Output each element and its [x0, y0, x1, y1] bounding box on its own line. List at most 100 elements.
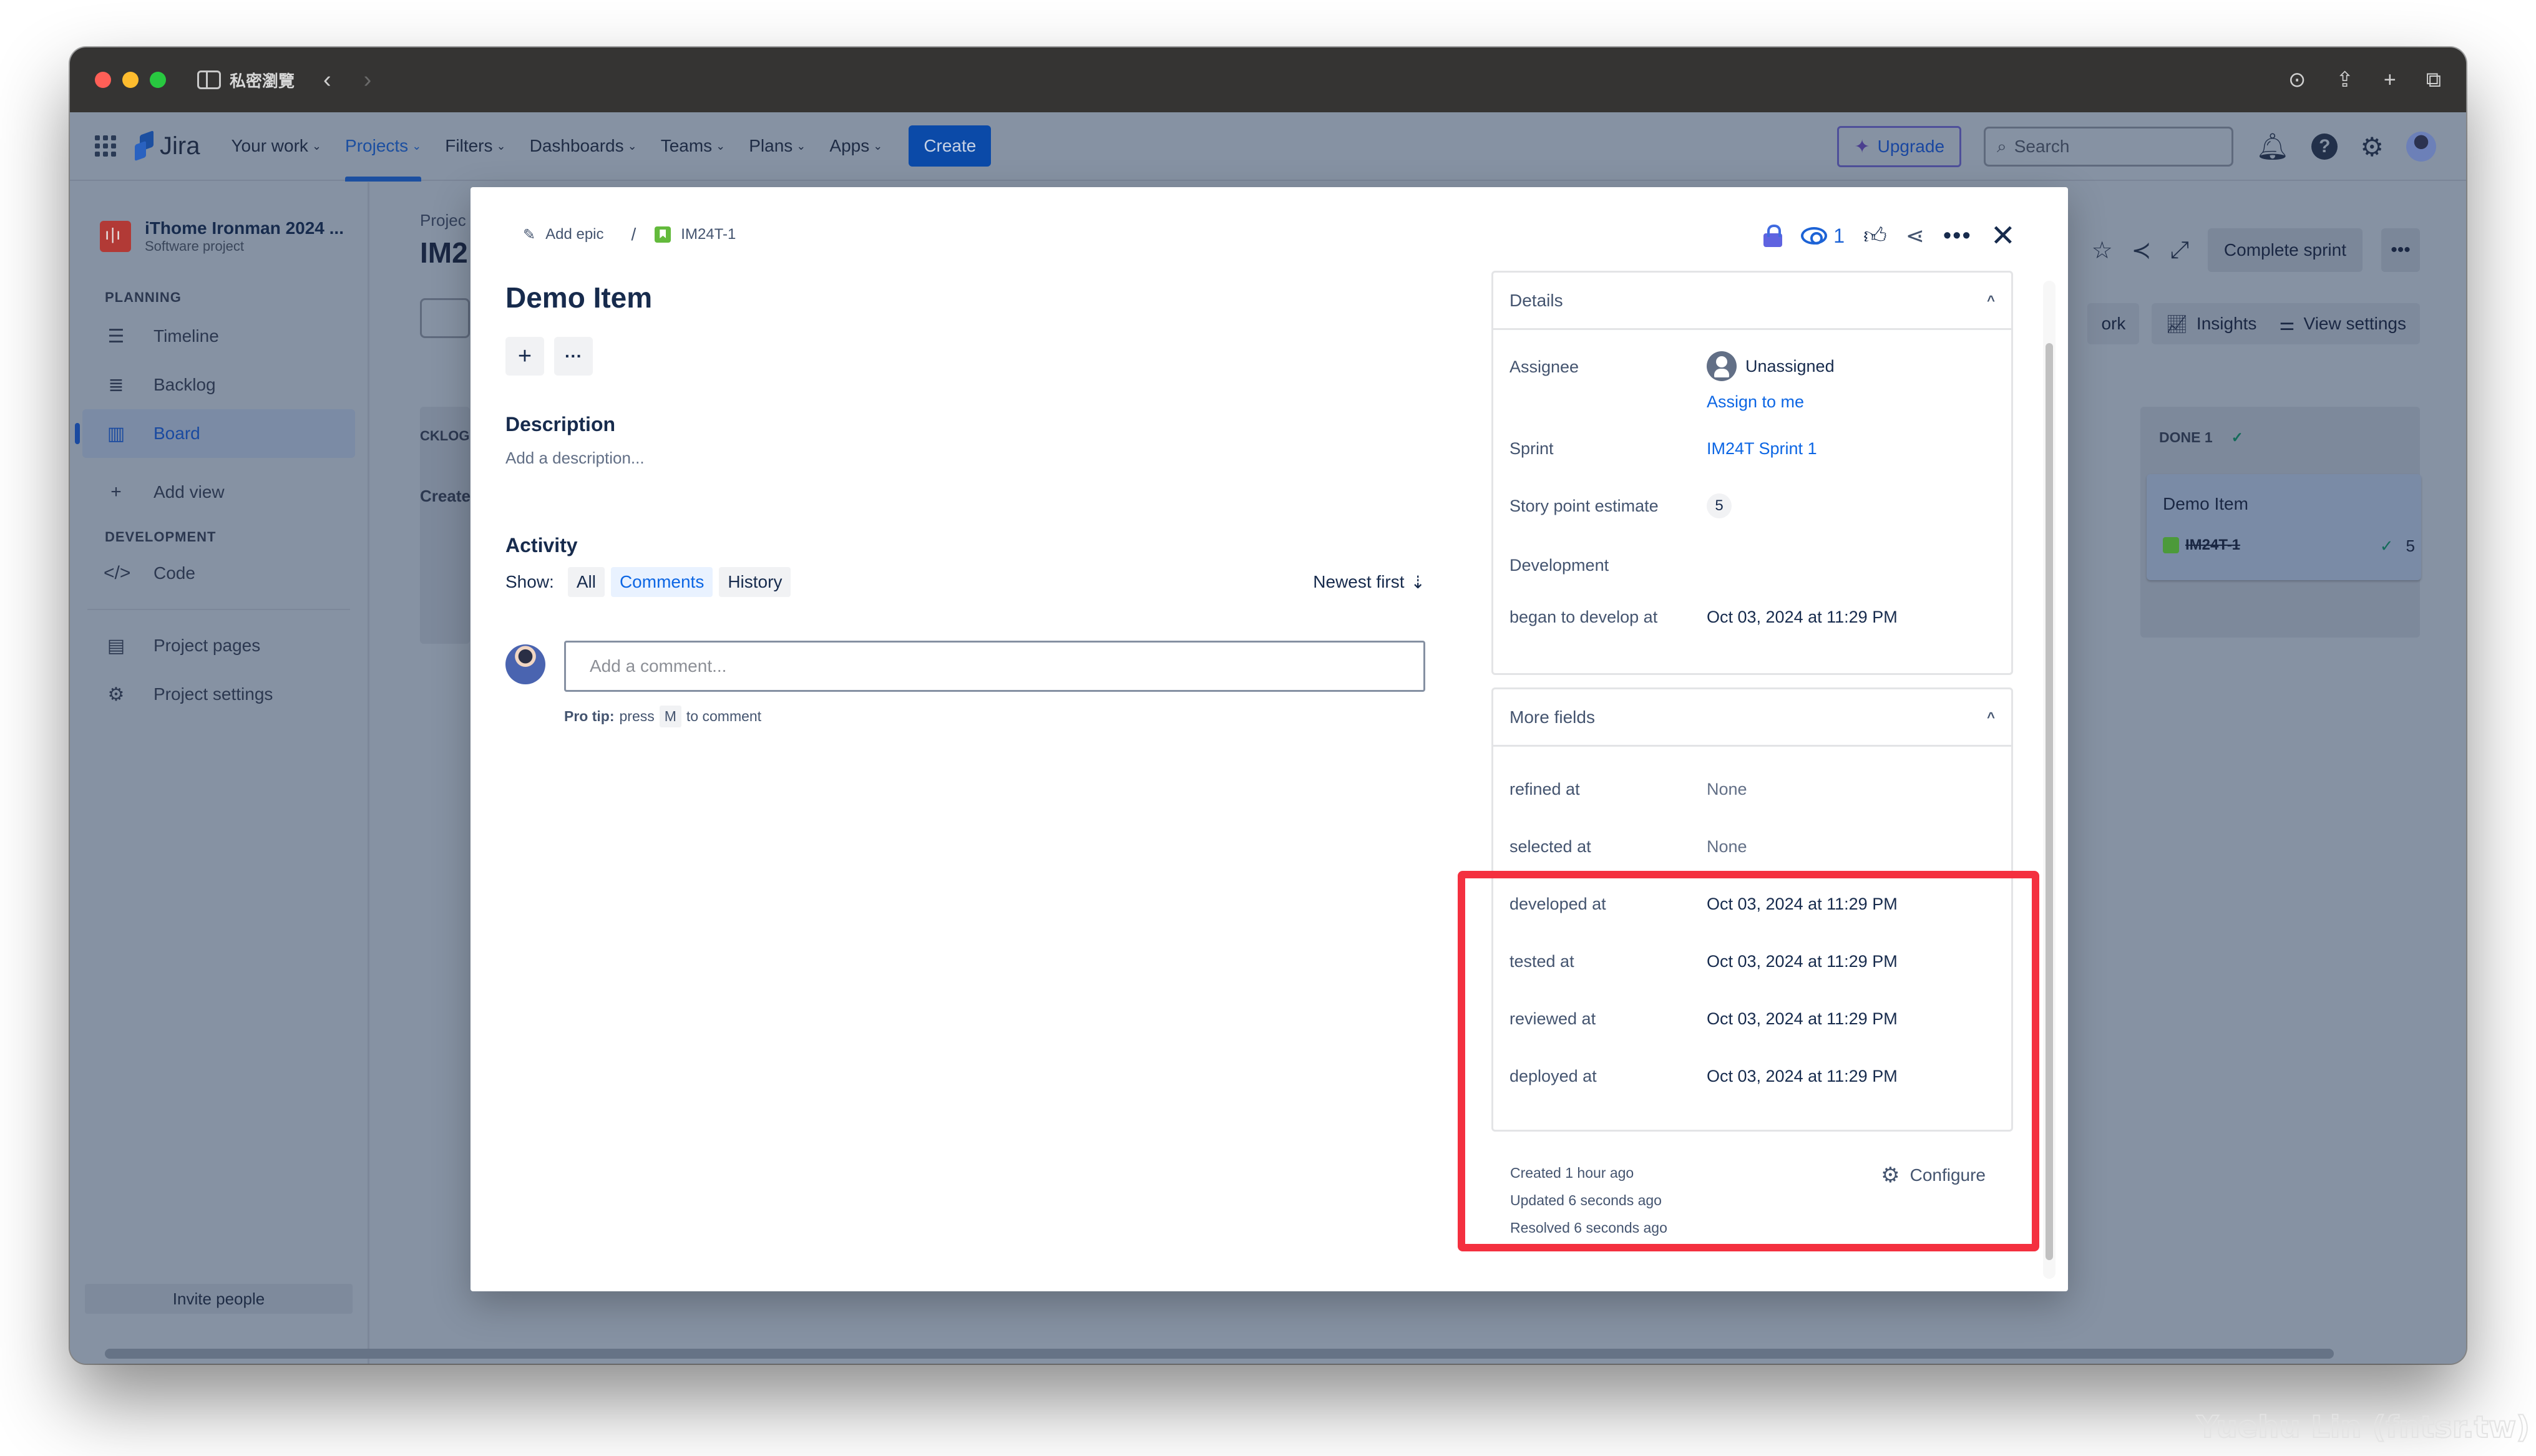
- field-value[interactable]: Oct 03, 2024 at 11:29 PM: [1707, 895, 1898, 914]
- private-browsing-label: 私密瀏覽: [230, 71, 295, 90]
- chevron-up-icon: ^: [1987, 709, 1995, 725]
- minimize-window-button[interactable]: [122, 72, 139, 88]
- board-create-issue[interactable]: Create: [420, 487, 471, 506]
- field-value[interactable]: Oct 03, 2024 at 11:29 PM: [1707, 952, 1898, 971]
- share-icon[interactable]: ≺: [2132, 236, 2152, 265]
- board-more-button[interactable]: •••: [2381, 228, 2420, 272]
- field-value[interactable]: Oct 03, 2024 at 11:29 PM: [1707, 1009, 1898, 1029]
- group-work-button[interactable]: ork: [2087, 303, 2140, 344]
- field-value[interactable]: Oct 03, 2024 at 11:29 PM: [1707, 608, 1898, 627]
- fullscreen-icon[interactable]: ⤢: [2170, 237, 2189, 264]
- jira-logo[interactable]: Jira: [135, 132, 200, 160]
- field-label: Assignee: [1509, 357, 1579, 376]
- nav-filters[interactable]: Filters ⌄: [445, 112, 505, 180]
- nav-projects[interactable]: Projects ⌄: [345, 112, 422, 182]
- notifications-bell-icon[interactable]: 🔔︎: [2256, 132, 2289, 162]
- create-button[interactable]: Create: [909, 125, 992, 167]
- story-points-value[interactable]: 5: [1707, 493, 1732, 518]
- updated-timestamp: Updated 6 seconds ago: [1510, 1192, 1662, 1208]
- sort-order-button[interactable]: Newest first ⇣: [1313, 572, 1425, 593]
- field-value[interactable]: None: [1707, 780, 1747, 799]
- field-label: reviewed at: [1509, 1009, 1596, 1028]
- description-field[interactable]: Add a description...: [505, 449, 1425, 468]
- assignee-picker[interactable]: Unassigned: [1707, 351, 1835, 381]
- details-panel-header[interactable]: Details ^: [1493, 273, 2011, 330]
- sidebar-toggle-icon[interactable]: [197, 70, 221, 89]
- tabs-overview-icon[interactable]: ⧉: [2426, 68, 2441, 92]
- share-icon[interactable]: ⇪: [2336, 67, 2354, 92]
- configure-button[interactable]: ⚙ Configure: [1881, 1162, 1986, 1189]
- field-story-points: Story point estimate 5: [1493, 493, 2011, 518]
- new-tab-icon[interactable]: +: [2384, 68, 2396, 92]
- field-refined-at: refined at None: [1493, 760, 2011, 818]
- sidebar-item-timeline[interactable]: ☰ Timeline: [82, 312, 355, 361]
- close-icon[interactable]: ✕: [1991, 218, 2016, 253]
- app-switcher-icon[interactable]: [95, 135, 116, 157]
- story-icon: [655, 226, 671, 243]
- comment-input[interactable]: Add a comment...: [564, 641, 1425, 692]
- sidebar-item-project-pages[interactable]: ▤ Project pages: [82, 621, 355, 670]
- star-icon[interactable]: ☆: [2092, 236, 2113, 265]
- issue-title[interactable]: Demo Item: [499, 281, 1425, 314]
- issue-key-link[interactable]: IM24T-1: [681, 226, 736, 243]
- insights-button[interactable]: 📈︎ Insights ⚌ View settings: [2152, 303, 2420, 344]
- board-breadcrumb[interactable]: Projec: [420, 211, 466, 230]
- issue-side-column: Details ^ Assignee Unassigned Assign to …: [1491, 271, 2013, 1241]
- unassigned-avatar-icon: [1707, 351, 1737, 381]
- modal-vertical-scrollbar[interactable]: [2043, 281, 2056, 1279]
- more-quick-actions-button[interactable]: ···: [554, 337, 593, 376]
- nav-plans[interactable]: Plans ⌄: [749, 112, 806, 180]
- settings-gear-icon[interactable]: ⚙: [2360, 132, 2384, 162]
- more-actions-icon[interactable]: •••: [1943, 223, 1972, 250]
- pencil-icon: ✎: [523, 226, 536, 243]
- complete-sprint-button[interactable]: Complete sprint: [2207, 228, 2363, 272]
- back-button[interactable]: ‹: [323, 67, 331, 94]
- sidebar-item-add-view[interactable]: + Add view: [82, 468, 355, 517]
- quick-actions: + ···: [505, 337, 1425, 376]
- help-icon[interactable]: ?: [2311, 133, 2338, 160]
- more-fields-panel-header[interactable]: More fields ^: [1493, 689, 2011, 747]
- sidebar-item-backlog[interactable]: ≣ Backlog: [82, 361, 355, 409]
- thumbs-up-icon[interactable]: 👍︎: [1863, 222, 1887, 250]
- global-search-input[interactable]: ⌕ Search: [1984, 127, 2234, 167]
- sidebar-item-code[interactable]: </> Code: [82, 549, 355, 598]
- sidebar-item-board[interactable]: ▥ Board: [75, 409, 355, 458]
- board-search-input[interactable]: [420, 298, 470, 338]
- field-value[interactable]: None: [1707, 837, 1747, 857]
- watch-button[interactable]: 1: [1801, 225, 1845, 248]
- field-label: refined at: [1509, 779, 1580, 798]
- close-window-button[interactable]: [95, 72, 111, 88]
- user-avatar[interactable]: [2406, 132, 2436, 162]
- board-card[interactable]: Demo Item IM24T-1 ✓ 5: [2147, 474, 2421, 580]
- timeline-icon: ☰: [107, 326, 125, 347]
- development-section-label: DEVELOPMENT: [105, 529, 217, 545]
- sprint-value[interactable]: IM24T Sprint 1: [1707, 439, 1817, 459]
- share-icon[interactable]: ⋖: [1906, 223, 1924, 249]
- nav-dashboards[interactable]: Dashboards ⌄: [530, 112, 637, 180]
- field-value[interactable]: Oct 03, 2024 at 11:29 PM: [1707, 1067, 1898, 1086]
- invite-people-button[interactable]: Invite people: [85, 1284, 353, 1314]
- sidebar-item-project-settings[interactable]: ⚙ Project settings: [82, 670, 355, 719]
- nav-your-work[interactable]: Your work ⌄: [231, 112, 321, 180]
- tab-all[interactable]: All: [567, 567, 605, 597]
- upgrade-button[interactable]: ✦ Upgrade: [1837, 126, 1962, 167]
- horizontal-scrollbar[interactable]: [105, 1349, 2334, 1359]
- download-icon[interactable]: ⊙: [2288, 67, 2306, 92]
- nav-teams[interactable]: Teams ⌄: [661, 112, 726, 180]
- add-epic-link[interactable]: Add epic: [545, 226, 603, 243]
- add-button[interactable]: +: [505, 337, 544, 376]
- view-settings-label[interactable]: View settings: [2304, 314, 2406, 334]
- unlock-icon[interactable]: [1763, 225, 1783, 247]
- done-column-title: DONE 1 ✓: [2159, 429, 2243, 445]
- project-avatar-icon: [100, 221, 131, 252]
- assign-to-me-link[interactable]: Assign to me: [1707, 392, 1835, 412]
- scrollbar-thumb[interactable]: [2046, 343, 2053, 1260]
- story-icon: [2163, 537, 2179, 553]
- nav-apps[interactable]: Apps ⌄: [829, 112, 882, 180]
- planning-section-label: PLANNING: [105, 289, 182, 305]
- maximize-window-button[interactable]: [150, 72, 166, 88]
- project-header[interactable]: iThome Ironman 2024 ... Software project: [100, 218, 368, 255]
- forward-button[interactable]: ›: [364, 67, 372, 94]
- tab-comments[interactable]: Comments: [610, 567, 713, 597]
- tab-history[interactable]: History: [719, 567, 791, 597]
